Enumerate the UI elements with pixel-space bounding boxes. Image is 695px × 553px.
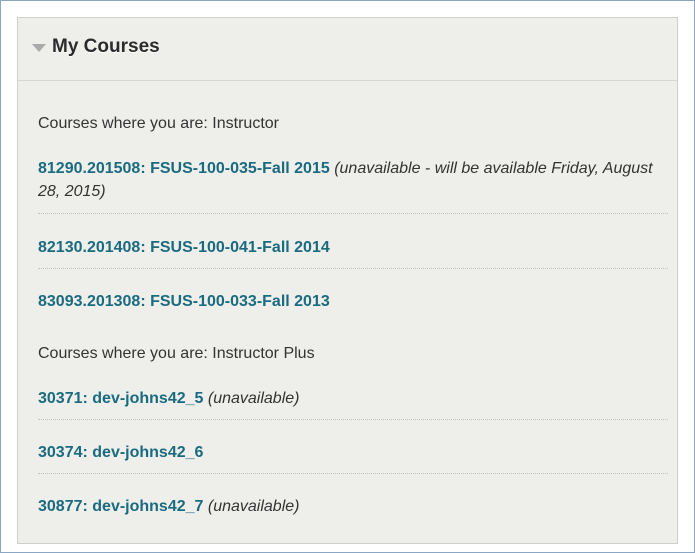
course-link[interactable]: 82130.201408: FSUS-100-041-Fall 2014 (38, 239, 330, 256)
course-item: 83093.201308: FSUS-100-033-Fall 2013 (38, 290, 668, 314)
course-link[interactable]: 30374: dev-johns42_6 (38, 444, 203, 461)
module-title: My Courses (52, 36, 160, 57)
course-item: 30374: dev-johns42_6 (38, 441, 668, 474)
course-item: 30877: dev-johns42_7 (unavailable) (38, 495, 668, 519)
course-link[interactable]: 30371: dev-johns42_5 (38, 390, 203, 407)
page-frame: My Courses Courses where you are: Instru… (0, 0, 695, 553)
module-header[interactable]: My Courses (18, 18, 677, 81)
course-item: 81290.201508: FSUS-100-035-Fall 2015 (un… (38, 157, 668, 214)
course-item: 82130.201408: FSUS-100-041-Fall 2014 (38, 236, 668, 269)
course-link[interactable]: 81290.201508: FSUS-100-035-Fall 2015 (38, 160, 330, 177)
course-link[interactable]: 30877: dev-johns42_7 (38, 498, 203, 515)
course-availability-note: (unavailable) (207, 390, 300, 407)
course-availability-note: (unavailable) (207, 498, 300, 515)
section-heading-instructor: Courses where you are: Instructor (38, 115, 279, 132)
course-link[interactable]: 83093.201308: FSUS-100-033-Fall 2013 (38, 293, 330, 310)
course-item: 30371: dev-johns42_5 (unavailable) (38, 387, 668, 420)
my-courses-module: My Courses Courses where you are: Instru… (17, 17, 678, 544)
section-heading-instructor-plus: Courses where you are: Instructor Plus (38, 345, 315, 362)
triangle-down-icon[interactable] (32, 44, 46, 52)
